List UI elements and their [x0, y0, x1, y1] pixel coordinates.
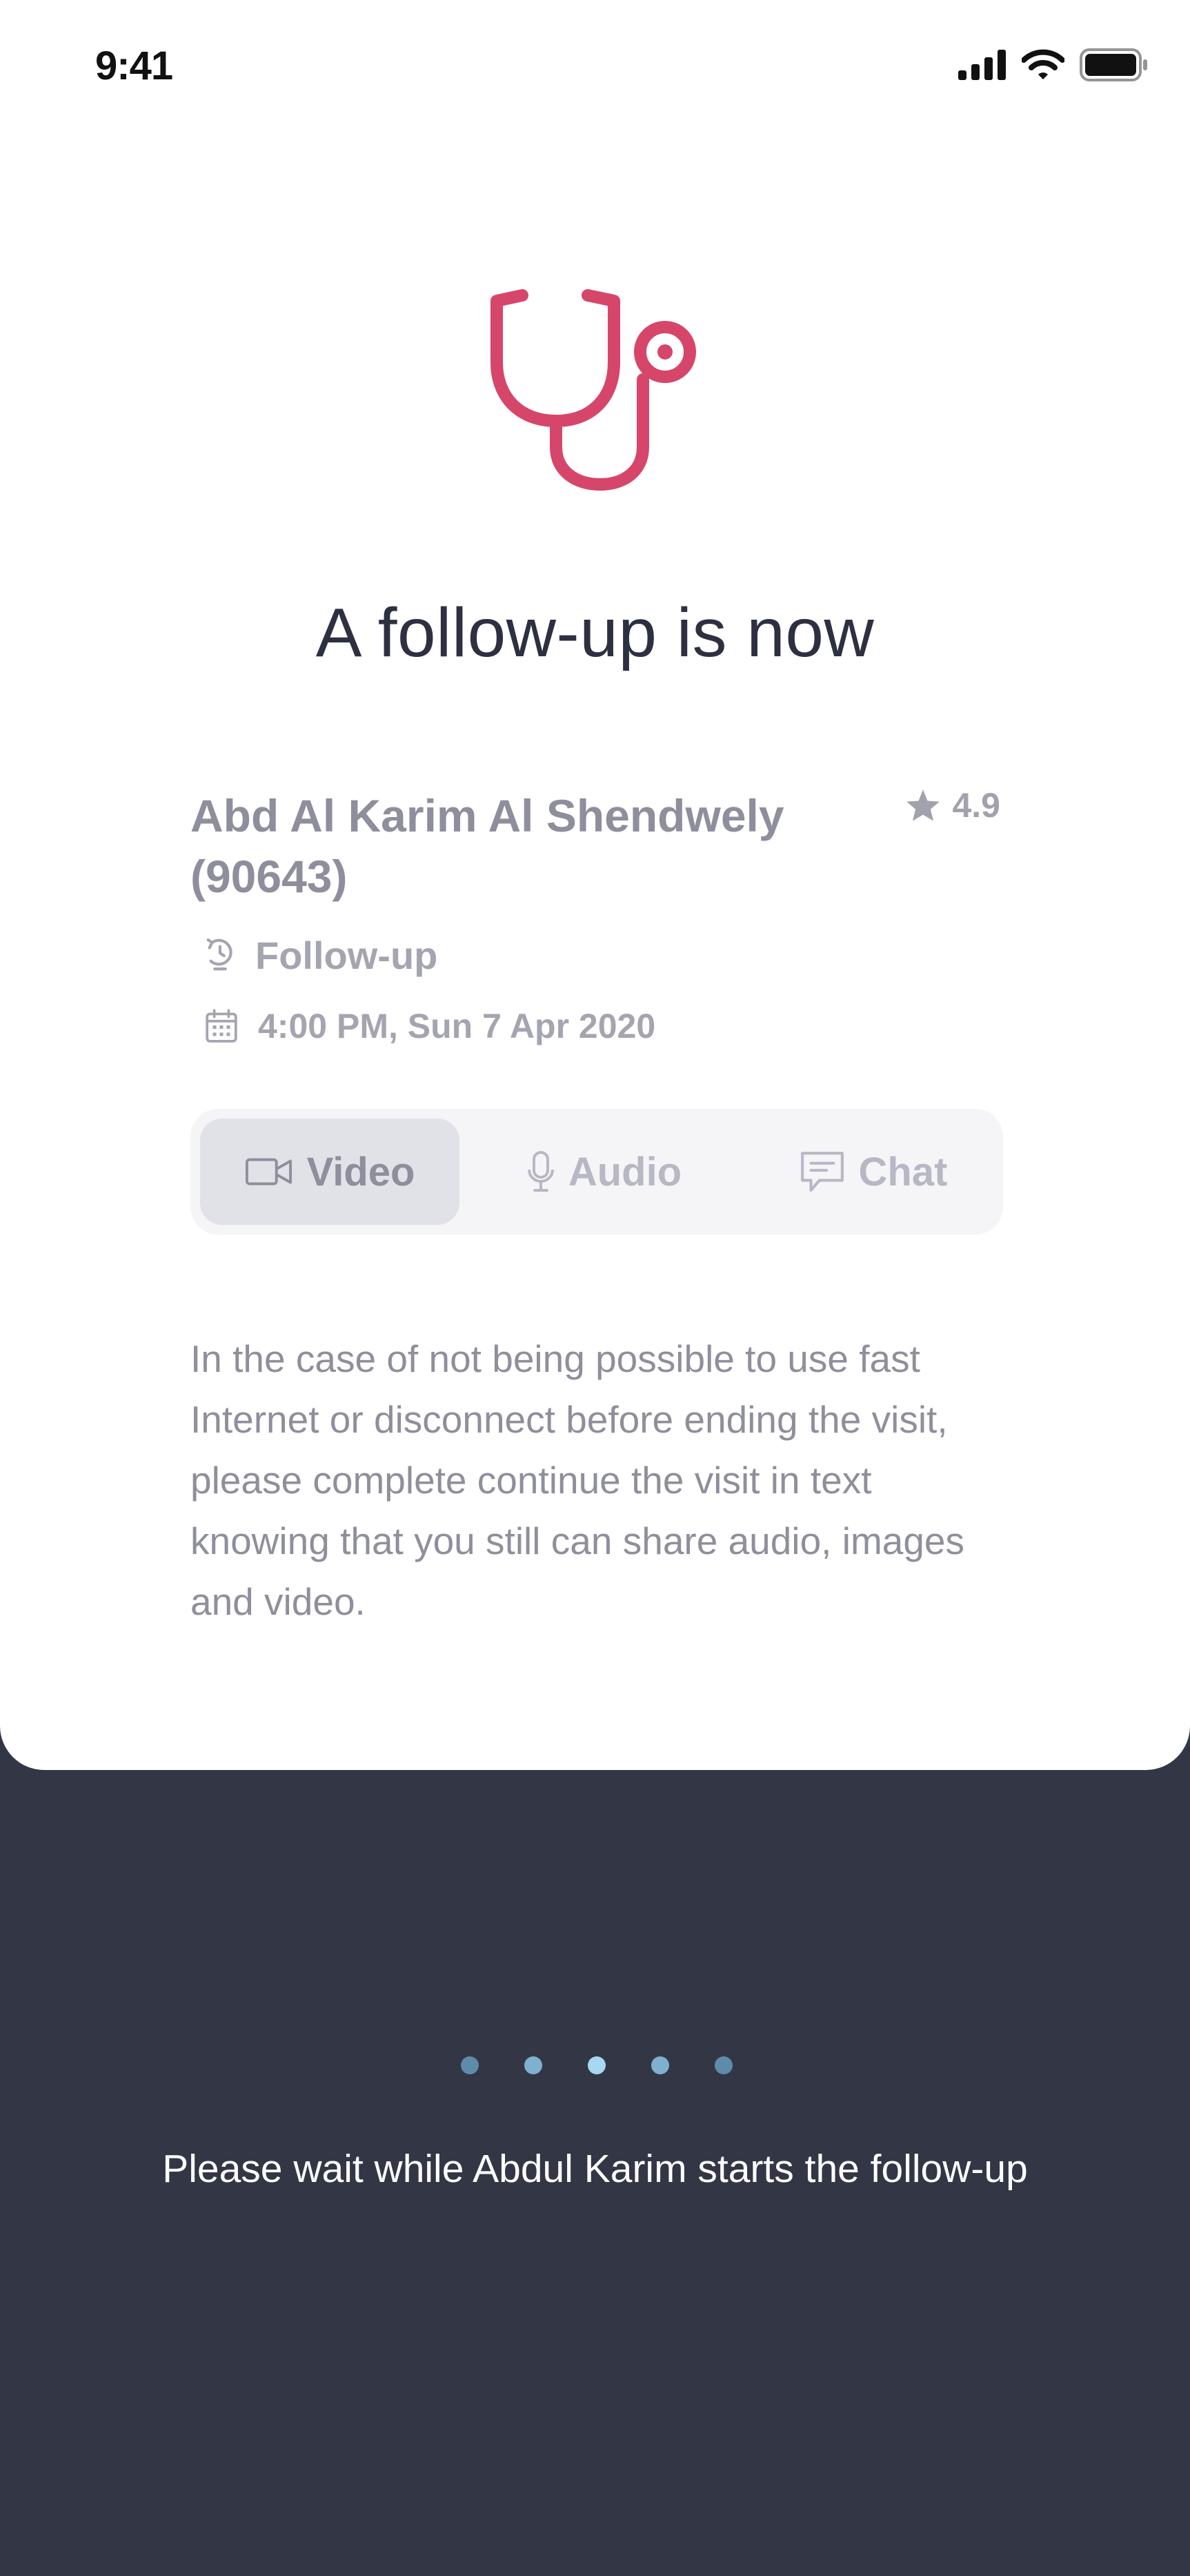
waiting-message: Please wait while Abdul Karim starts the…	[162, 2147, 1028, 2191]
mode-audio-label: Audio	[568, 1149, 682, 1194]
visit-datetime: 4:00 PM, Sun 7 Apr 2020	[258, 1007, 656, 1045]
battery-icon	[1080, 48, 1147, 81]
visit-type-row: Follow-up	[204, 933, 437, 978]
doctor-rating: 4.9	[905, 785, 1000, 825]
loading-indicator	[461, 2056, 733, 2074]
content-card: 9:41 A follow-up is now Abd Al Karim Al …	[0, 0, 1190, 1770]
follow-up-icon	[206, 938, 232, 970]
stethoscope-icon	[490, 289, 696, 491]
calendar-icon	[206, 1009, 237, 1043]
cellular-signal-icon	[958, 50, 1006, 80]
connection-notice: In the case of not being possible to use…	[190, 1337, 965, 1623]
loading-dot	[588, 2056, 606, 2074]
chat-bubble-icon	[800, 1152, 844, 1192]
doctor-name-line: Abd Al Karim Al Shendwely	[190, 790, 784, 841]
star-icon	[906, 789, 940, 821]
mode-chat-button[interactable]: Chat	[756, 1119, 991, 1225]
microphone-icon	[527, 1151, 554, 1192]
wifi-icon	[1022, 49, 1064, 79]
loading-dot	[715, 2056, 733, 2074]
visit-datetime-row: 4:00 PM, Sun 7 Apr 2020	[204, 1006, 655, 1046]
page-title: A follow-up is now	[315, 594, 875, 671]
video-camera-icon	[245, 1158, 292, 1186]
visit-type: Follow-up	[255, 934, 438, 977]
loading-dot	[461, 2056, 479, 2074]
mode-chat-label: Chat	[858, 1149, 948, 1194]
status-icons	[958, 48, 1149, 81]
rating-value: 4.9	[952, 786, 1000, 825]
doctor-name: Abd Al Karim Al Shendwely (90643)	[190, 785, 811, 907]
mode-video-button[interactable]: Video	[200, 1119, 459, 1225]
status-bar: 9:41	[0, 0, 1190, 131]
loading-dot	[651, 2056, 669, 2074]
mode-audio-button[interactable]: Audio	[487, 1119, 722, 1225]
loading-dot	[524, 2056, 542, 2074]
mode-video-label: Video	[306, 1149, 415, 1194]
doctor-id: (90643)	[190, 851, 348, 902]
status-time: 9:41	[95, 43, 173, 88]
consultation-mode-selector: Video Audio Chat	[190, 1109, 1003, 1235]
